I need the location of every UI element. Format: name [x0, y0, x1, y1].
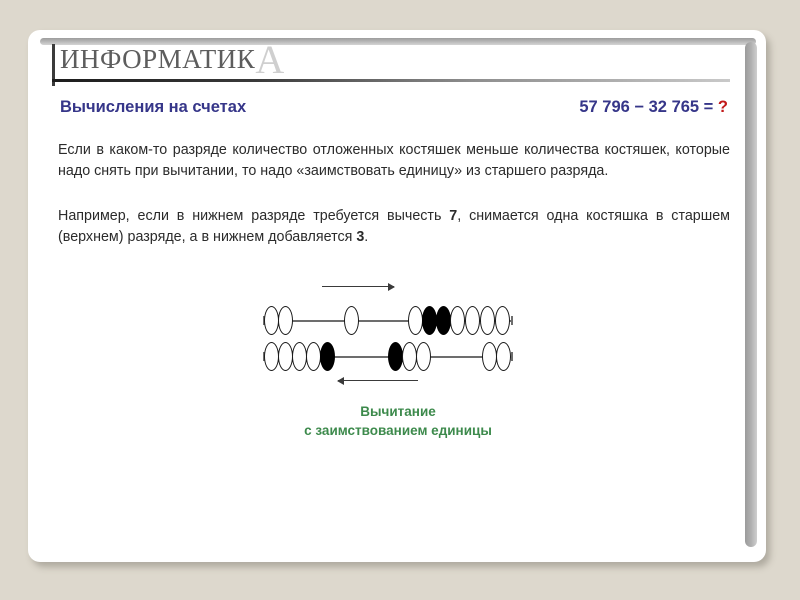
- brand-title-main: ИНФОРМАТИК: [60, 44, 256, 74]
- abacus-rod-cap-right: [511, 316, 513, 325]
- abacus-bead-empty: [292, 342, 307, 371]
- abacus-bead-empty: [495, 306, 510, 335]
- slide-heading: Вычисления на счетах: [60, 98, 247, 116]
- abacus-bead-empty: [278, 342, 293, 371]
- heading-row: Вычисления на счетах 57 796 − 32 765 = ?: [52, 98, 742, 126]
- figure-caption-line-1: Вычитание: [360, 404, 436, 419]
- expression-question-mark: ?: [717, 98, 728, 116]
- slide-card: ИНФОРМАТИКА Вычисления на счетах 57 796 …: [28, 30, 766, 562]
- abacus-bead-empty: [344, 306, 359, 335]
- brand-title-accent: А: [255, 37, 285, 82]
- abacus-bead-empty: [408, 306, 423, 335]
- brand-rule-line: [52, 79, 730, 82]
- abacus-figure: [260, 282, 530, 392]
- arrow-head: [337, 377, 344, 385]
- paragraph-example: Например, если в нижнем разряде требуетс…: [58, 206, 730, 248]
- arrow-line: [322, 286, 394, 288]
- abacus-bead-filled: [320, 342, 335, 371]
- abacus-bead-filled: [422, 306, 437, 335]
- abacus-bead-empty: [482, 342, 497, 371]
- abacus-bead-empty: [306, 342, 321, 371]
- abacus-row-top: [260, 304, 516, 338]
- slide-content: ИНФОРМАТИКА Вычисления на счетах 57 796 …: [28, 30, 766, 562]
- paragraph-example-part3: .: [364, 229, 369, 245]
- arrow-right-icon: [322, 282, 395, 292]
- brand-header: ИНФОРМАТИКА: [52, 40, 732, 88]
- abacus-bead-empty: [402, 342, 417, 371]
- abacus-row-bottom: [260, 340, 516, 374]
- arrow-line: [338, 380, 418, 382]
- brand-title: ИНФОРМАТИКА: [60, 40, 285, 80]
- expression-body: 57 796 − 32 765 =: [579, 98, 718, 116]
- paragraph-example-part1: Например, если в нижнем разряде требуетс…: [58, 208, 450, 224]
- abacus-bead-empty: [264, 342, 279, 371]
- abacus-bead-empty: [278, 306, 293, 335]
- abacus-bead-empty: [496, 342, 511, 371]
- abacus-rod-cap-right: [511, 352, 513, 361]
- abacus-bead-empty: [465, 306, 480, 335]
- abacus-bead-empty: [416, 342, 431, 371]
- arrow-head: [388, 283, 395, 291]
- abacus-bead-empty: [480, 306, 495, 335]
- abacus-bead-empty: [264, 306, 279, 335]
- arrow-left-icon: [337, 376, 418, 386]
- paragraph-rule: Если в каком-то разряде количество отлож…: [58, 142, 730, 179]
- figure-caption-line-2: с заимствованием единицы: [304, 423, 492, 438]
- expression: 57 796 − 32 765 = ?: [579, 98, 728, 117]
- abacus-bead-filled: [436, 306, 451, 335]
- figure-caption: Вычитание с заимствованием единицы: [218, 402, 578, 440]
- abacus-bead-empty: [450, 306, 465, 335]
- abacus-bead-filled: [388, 342, 403, 371]
